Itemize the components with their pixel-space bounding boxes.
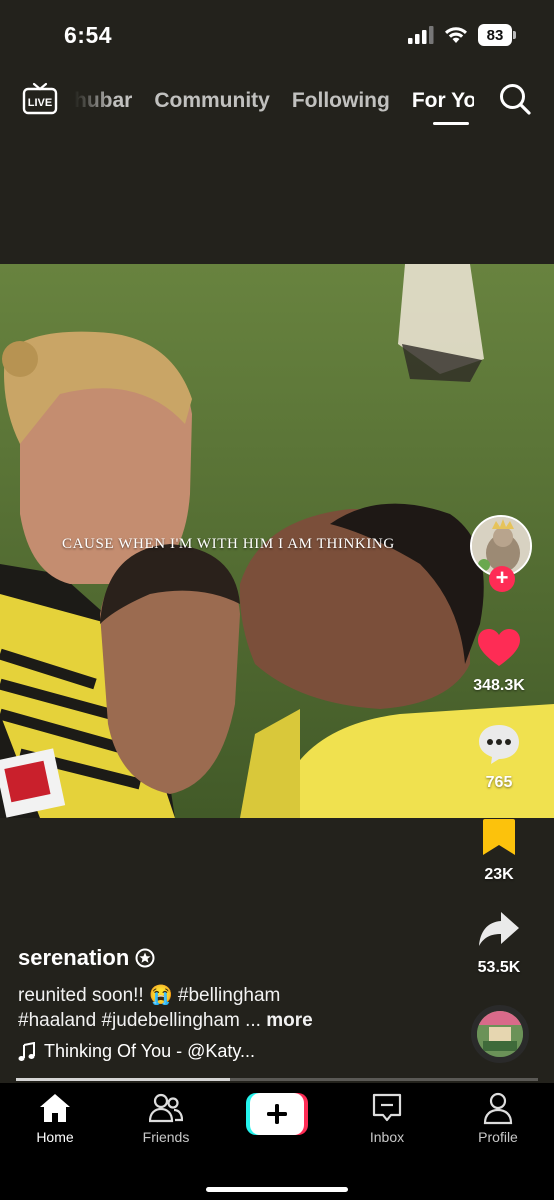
tab-home[interactable]: Home — [10, 1091, 100, 1145]
bottom-nav: Home Friends Inbox Profile — [0, 1083, 554, 1200]
bookmark-icon — [483, 819, 515, 855]
username-text: serenation — [18, 945, 130, 970]
inbox-icon — [372, 1093, 402, 1122]
profile-icon — [483, 1092, 513, 1125]
video-caption: CAUSE WHEN I'M WITH HIM I AM THINKING — [62, 536, 395, 552]
battery-level: 83 — [478, 24, 512, 46]
tab-inbox[interactable]: Inbox — [342, 1091, 432, 1145]
create-button[interactable] — [246, 1093, 308, 1135]
album-art — [477, 1011, 523, 1057]
sound-title: Thinking Of You - @Katy... — [44, 1041, 256, 1061]
sound-disc[interactable] — [471, 1005, 529, 1063]
share-count: 53.5K — [477, 959, 521, 976]
tab-profile[interactable]: Profile — [453, 1091, 543, 1145]
tab-following[interactable]: Following — [292, 89, 390, 113]
follow-button[interactable]: + — [489, 566, 515, 592]
comment-count: 765 — [485, 774, 513, 791]
live-icon[interactable]: LIVE — [22, 82, 58, 116]
wifi-icon — [445, 27, 467, 43]
comment-icon — [479, 725, 519, 764]
status-icons: 83 — [408, 24, 516, 46]
like-count: 348.3K — [473, 677, 525, 694]
battery-icon: 83 — [478, 24, 516, 46]
feed-tabs: hubar Community Following For You — [74, 76, 474, 126]
tab-hubar[interactable]: hubar — [74, 89, 132, 113]
post-info: serenation reunited soon!! 😭 #bellingham… — [18, 945, 458, 1062]
share-button[interactable]: 53.5K — [444, 910, 554, 977]
save-button[interactable]: 23K — [444, 817, 554, 884]
home-indicator — [206, 1187, 348, 1192]
tab-home-label: Home — [36, 1129, 74, 1145]
username[interactable]: serenation — [18, 945, 458, 971]
search-icon[interactable] — [498, 82, 532, 116]
like-button[interactable]: 348.3K — [444, 628, 554, 695]
live-label: LIVE — [28, 97, 52, 109]
more-link[interactable]: more — [266, 1010, 312, 1031]
status-bar: 6:54 83 — [0, 0, 554, 70]
description-line-1: reunited soon!! 😭 #bellingham — [18, 985, 281, 1006]
top-nav: LIVE hubar Community Following For You — [0, 76, 554, 126]
status-time: 6:54 — [64, 22, 113, 48]
signal-icon — [408, 26, 434, 44]
heart-icon — [478, 629, 520, 666]
description-line-2: #haaland #judebellingham ... — [18, 1010, 261, 1031]
star-badge-icon — [135, 948, 155, 968]
comment-button[interactable]: 765 — [444, 723, 554, 792]
progress-fill — [16, 1078, 231, 1081]
home-icon — [40, 1094, 70, 1122]
tab-friends-label: Friends — [142, 1129, 190, 1145]
friends-icon — [149, 1093, 183, 1123]
post-description[interactable]: reunited soon!! 😭 #bellingham #haaland #… — [18, 983, 458, 1033]
tab-for-you[interactable]: For You — [412, 89, 474, 113]
music-note-icon — [18, 1041, 35, 1061]
playback-progress[interactable] — [16, 1078, 538, 1081]
save-count: 23K — [484, 866, 514, 883]
sound-link[interactable]: Thinking Of You - @Katy... — [18, 1041, 458, 1062]
tab-friends[interactable]: Friends — [121, 1091, 211, 1145]
share-icon — [479, 912, 519, 946]
tab-profile-label: Profile — [478, 1129, 518, 1145]
tab-inbox-label: Inbox — [369, 1129, 405, 1145]
tab-community[interactable]: Community — [154, 89, 270, 113]
